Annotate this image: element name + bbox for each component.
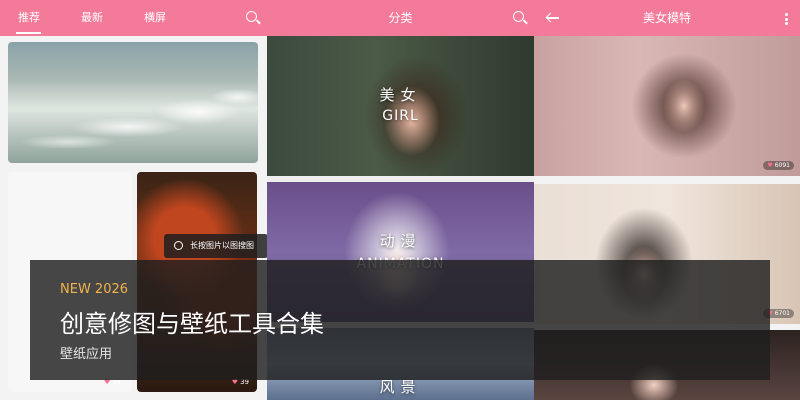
promo-subtitle: 壁纸应用 bbox=[60, 347, 113, 362]
tooltip-text: 长按图片以图搜图 bbox=[190, 241, 254, 250]
search-icon bbox=[174, 241, 183, 250]
search-by-image-tooltip: 长按图片以图搜图 bbox=[164, 234, 267, 258]
promo-tag: NEW 2026 bbox=[60, 282, 129, 297]
page-title: 美女模特 bbox=[642, 11, 691, 25]
category-label: 动漫 bbox=[379, 232, 422, 250]
likes-count: ♥ 6091 bbox=[763, 161, 794, 170]
category-sub-label: GIRL bbox=[382, 108, 419, 124]
home-top-bar: 推荐 最新 横屏 bbox=[0, 0, 267, 36]
wallpaper-card-waves[interactable] bbox=[8, 42, 258, 163]
detail-top-bar: 美女模特 bbox=[534, 0, 800, 36]
page-title: 分类 bbox=[388, 11, 413, 25]
likes-value: 6091 bbox=[774, 162, 790, 169]
more-menu-icon[interactable] bbox=[785, 13, 788, 25]
tab-latest[interactable]: 最新 bbox=[72, 0, 112, 36]
home-tabs: 推荐 最新 横屏 bbox=[0, 0, 175, 36]
search-icon[interactable] bbox=[246, 11, 257, 22]
category-top-bar: 分类 bbox=[267, 0, 534, 36]
promo-overlay: NEW 2026 创意修图与壁纸工具合集 壁纸应用 bbox=[30, 260, 770, 380]
category-label: 美女 bbox=[379, 86, 422, 104]
photo-card[interactable]: ♥ 6091 bbox=[534, 36, 800, 176]
promo-title: 创意修图与壁纸工具合集 bbox=[60, 310, 324, 338]
tab-landscape[interactable]: 横屏 bbox=[135, 0, 175, 36]
heart-icon: ♥ bbox=[767, 162, 773, 169]
likes-value: 6701 bbox=[774, 310, 790, 317]
tab-recommended[interactable]: 推荐 bbox=[0, 0, 49, 36]
category-girl[interactable]: 美女 GIRL bbox=[267, 36, 534, 176]
search-icon[interactable] bbox=[513, 11, 524, 22]
